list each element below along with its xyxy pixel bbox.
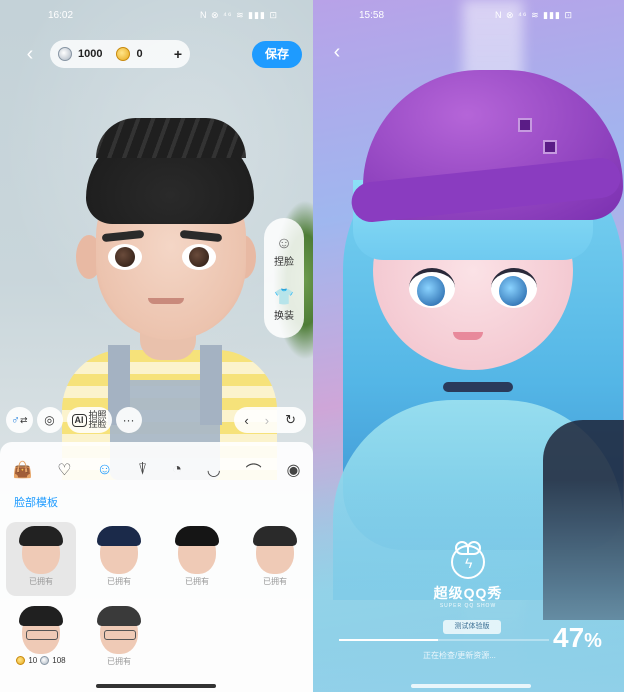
trial-version-badge: 测试体验版 — [443, 620, 501, 634]
loading-screen: 15:58 N ⊗ ⁴⁶ ≋ ▮▮▮ ⊡ ‹ ϟ 超级QQ秀 SUPER QQ … — [313, 0, 624, 692]
reset-button[interactable]: ↻ — [285, 412, 296, 428]
undo-button[interactable]: ‹ — [244, 413, 248, 428]
brow-icon[interactable]: ⌒ — [246, 458, 262, 482]
face-template[interactable]: 已拥有 — [84, 522, 154, 596]
template-price: 10 108 — [16, 656, 66, 665]
more-icon: ··· — [122, 413, 135, 427]
face-template[interactable]: 已拥有 — [6, 522, 76, 596]
template-thumbnail — [97, 526, 141, 574]
save-button[interactable]: 保存 — [252, 41, 302, 68]
customization-panel: 👜 ♡ ☺ ⍒ ◔ ◡ ⌒ ◉ 脸部模板 已拥有 已拥有 已拥有 已拥有 10 … — [0, 442, 313, 692]
template-owned-label: 已拥有 — [29, 577, 53, 586]
face-template-grid: 已拥有 已拥有 已拥有 已拥有 10 108 已拥有 — [6, 522, 312, 676]
template-owned-label: 已拥有 — [263, 577, 287, 586]
price-gold: 10 — [28, 656, 38, 665]
silver-coin-icon — [58, 47, 72, 61]
avatar-choker — [443, 382, 513, 392]
shirt-icon: 👕 — [274, 288, 294, 306]
status-icons: N ⊗ ⁴⁶ ≋ ▮▮▮ ⊡ — [200, 10, 279, 20]
male-icon: ♂ — [11, 413, 20, 427]
avatar-eye — [182, 244, 216, 270]
template-owned-label: 已拥有 — [107, 577, 131, 586]
outfit-label: 换装 — [274, 310, 294, 322]
outfit-button[interactable]: 👕 换装 — [274, 289, 294, 322]
face-scan-button[interactable]: ◎ — [36, 407, 63, 433]
currency-bar: 1000 0 + — [50, 40, 190, 68]
face-edit-button[interactable]: ☺ 捏脸 — [274, 235, 294, 268]
silver-balance: 1000 — [78, 48, 103, 60]
template-thumbnail — [19, 526, 63, 574]
status-time: 15:58 — [359, 10, 385, 21]
avatar-eye — [409, 268, 455, 308]
eye-icon[interactable]: ◉ — [287, 460, 301, 480]
redo-button[interactable]: › — [265, 413, 269, 428]
more-button[interactable]: ··· — [115, 407, 142, 433]
template-owned-label: 已拥有 — [185, 577, 209, 586]
back-icon[interactable]: ‹ — [20, 44, 40, 64]
editor-toolbar: ♂ ⇄ ◎ AI 拍照 捏脸 ··· ‹ › ↻ — [6, 404, 306, 436]
gold-coin-icon — [116, 47, 131, 61]
template-thumbnail — [253, 526, 297, 574]
ai-label-line2: 捏脸 — [88, 419, 107, 429]
price-silver: 108 — [52, 656, 66, 665]
face-template[interactable]: 10 108 — [6, 602, 76, 676]
back-icon[interactable]: ‹ — [327, 42, 347, 62]
category-tabs: 👜 ♡ ☺ ⍒ ◔ ◡ ⌒ ◉ — [0, 456, 313, 484]
face-template[interactable]: 已拥有 — [162, 522, 232, 596]
ai-icon: AI — [71, 413, 87, 427]
avatar-hair-spikes — [96, 118, 246, 158]
loading-percent: 47% — [553, 622, 602, 653]
status-icons: N ⊗ ⁴⁶ ≋ ▮▮▮ ⊡ — [495, 10, 574, 20]
face-template[interactable]: 已拥有 — [84, 602, 154, 676]
avatar-eye — [491, 268, 537, 308]
cat-logo-icon: ϟ — [451, 541, 485, 579]
silver-coin-icon — [40, 656, 50, 665]
face-template[interactable]: 已拥有 — [240, 522, 310, 596]
helmet-icon[interactable]: ◔ — [172, 461, 182, 479]
logo-title: 超级QQ秀 — [433, 585, 503, 601]
template-thumbnail — [175, 526, 219, 574]
loading-progress-bar — [339, 639, 549, 641]
beanie-stud — [518, 118, 532, 132]
ai-photo-face-button[interactable]: AI 拍照 捏脸 — [66, 407, 112, 433]
template-thumbnail — [19, 606, 63, 654]
section-title: 脸部模板 — [14, 497, 58, 509]
status-time: 16:02 — [48, 10, 74, 21]
undo-redo-group: ‹ › ↻ — [234, 407, 306, 433]
side-action-pill: ☺ 捏脸 👕 换装 — [264, 218, 304, 338]
super-qq-show-logo: ϟ 超级QQ秀 SUPER QQ SHOW — [418, 541, 518, 609]
pin-icon[interactable]: ⍒ — [138, 461, 148, 479]
loading-progress-fill — [339, 639, 438, 641]
face-outline-icon[interactable]: ☺ — [96, 461, 112, 479]
beanie-stud — [543, 140, 557, 154]
home-indicator[interactable] — [411, 684, 531, 688]
avatar-mouth — [148, 298, 184, 304]
avatar-editor-screen: 16:02 N ⊗ ⁴⁶ ≋ ▮▮▮ ⊡ ‹ 1000 0 + 保存 ☺ 捏脸 … — [0, 0, 313, 692]
face-shape-icon: ☺ — [275, 234, 293, 252]
face-scan-icon: ◎ — [44, 413, 55, 427]
gold-balance: 0 — [136, 48, 143, 60]
bag-icon[interactable]: 👜 — [12, 460, 32, 480]
logo-subtitle: SUPER QQ SHOW — [439, 603, 497, 609]
avatar-mouth — [453, 332, 483, 340]
loading-status-text: 正在检查/更新资源... — [423, 651, 496, 660]
avatar-eye — [108, 244, 142, 270]
add-currency-button[interactable]: + — [174, 46, 182, 62]
template-owned-label: 已拥有 — [107, 657, 131, 666]
home-indicator[interactable] — [96, 684, 216, 688]
face-edit-label: 捏脸 — [274, 256, 294, 268]
heart-icon[interactable]: ♡ — [57, 460, 71, 480]
round-face-icon[interactable]: ◡ — [207, 460, 221, 480]
template-thumbnail — [97, 606, 141, 654]
gender-toggle[interactable]: ♂ ⇄ — [6, 407, 33, 433]
swap-icon: ⇄ — [20, 414, 28, 425]
gold-coin-icon — [16, 656, 26, 665]
